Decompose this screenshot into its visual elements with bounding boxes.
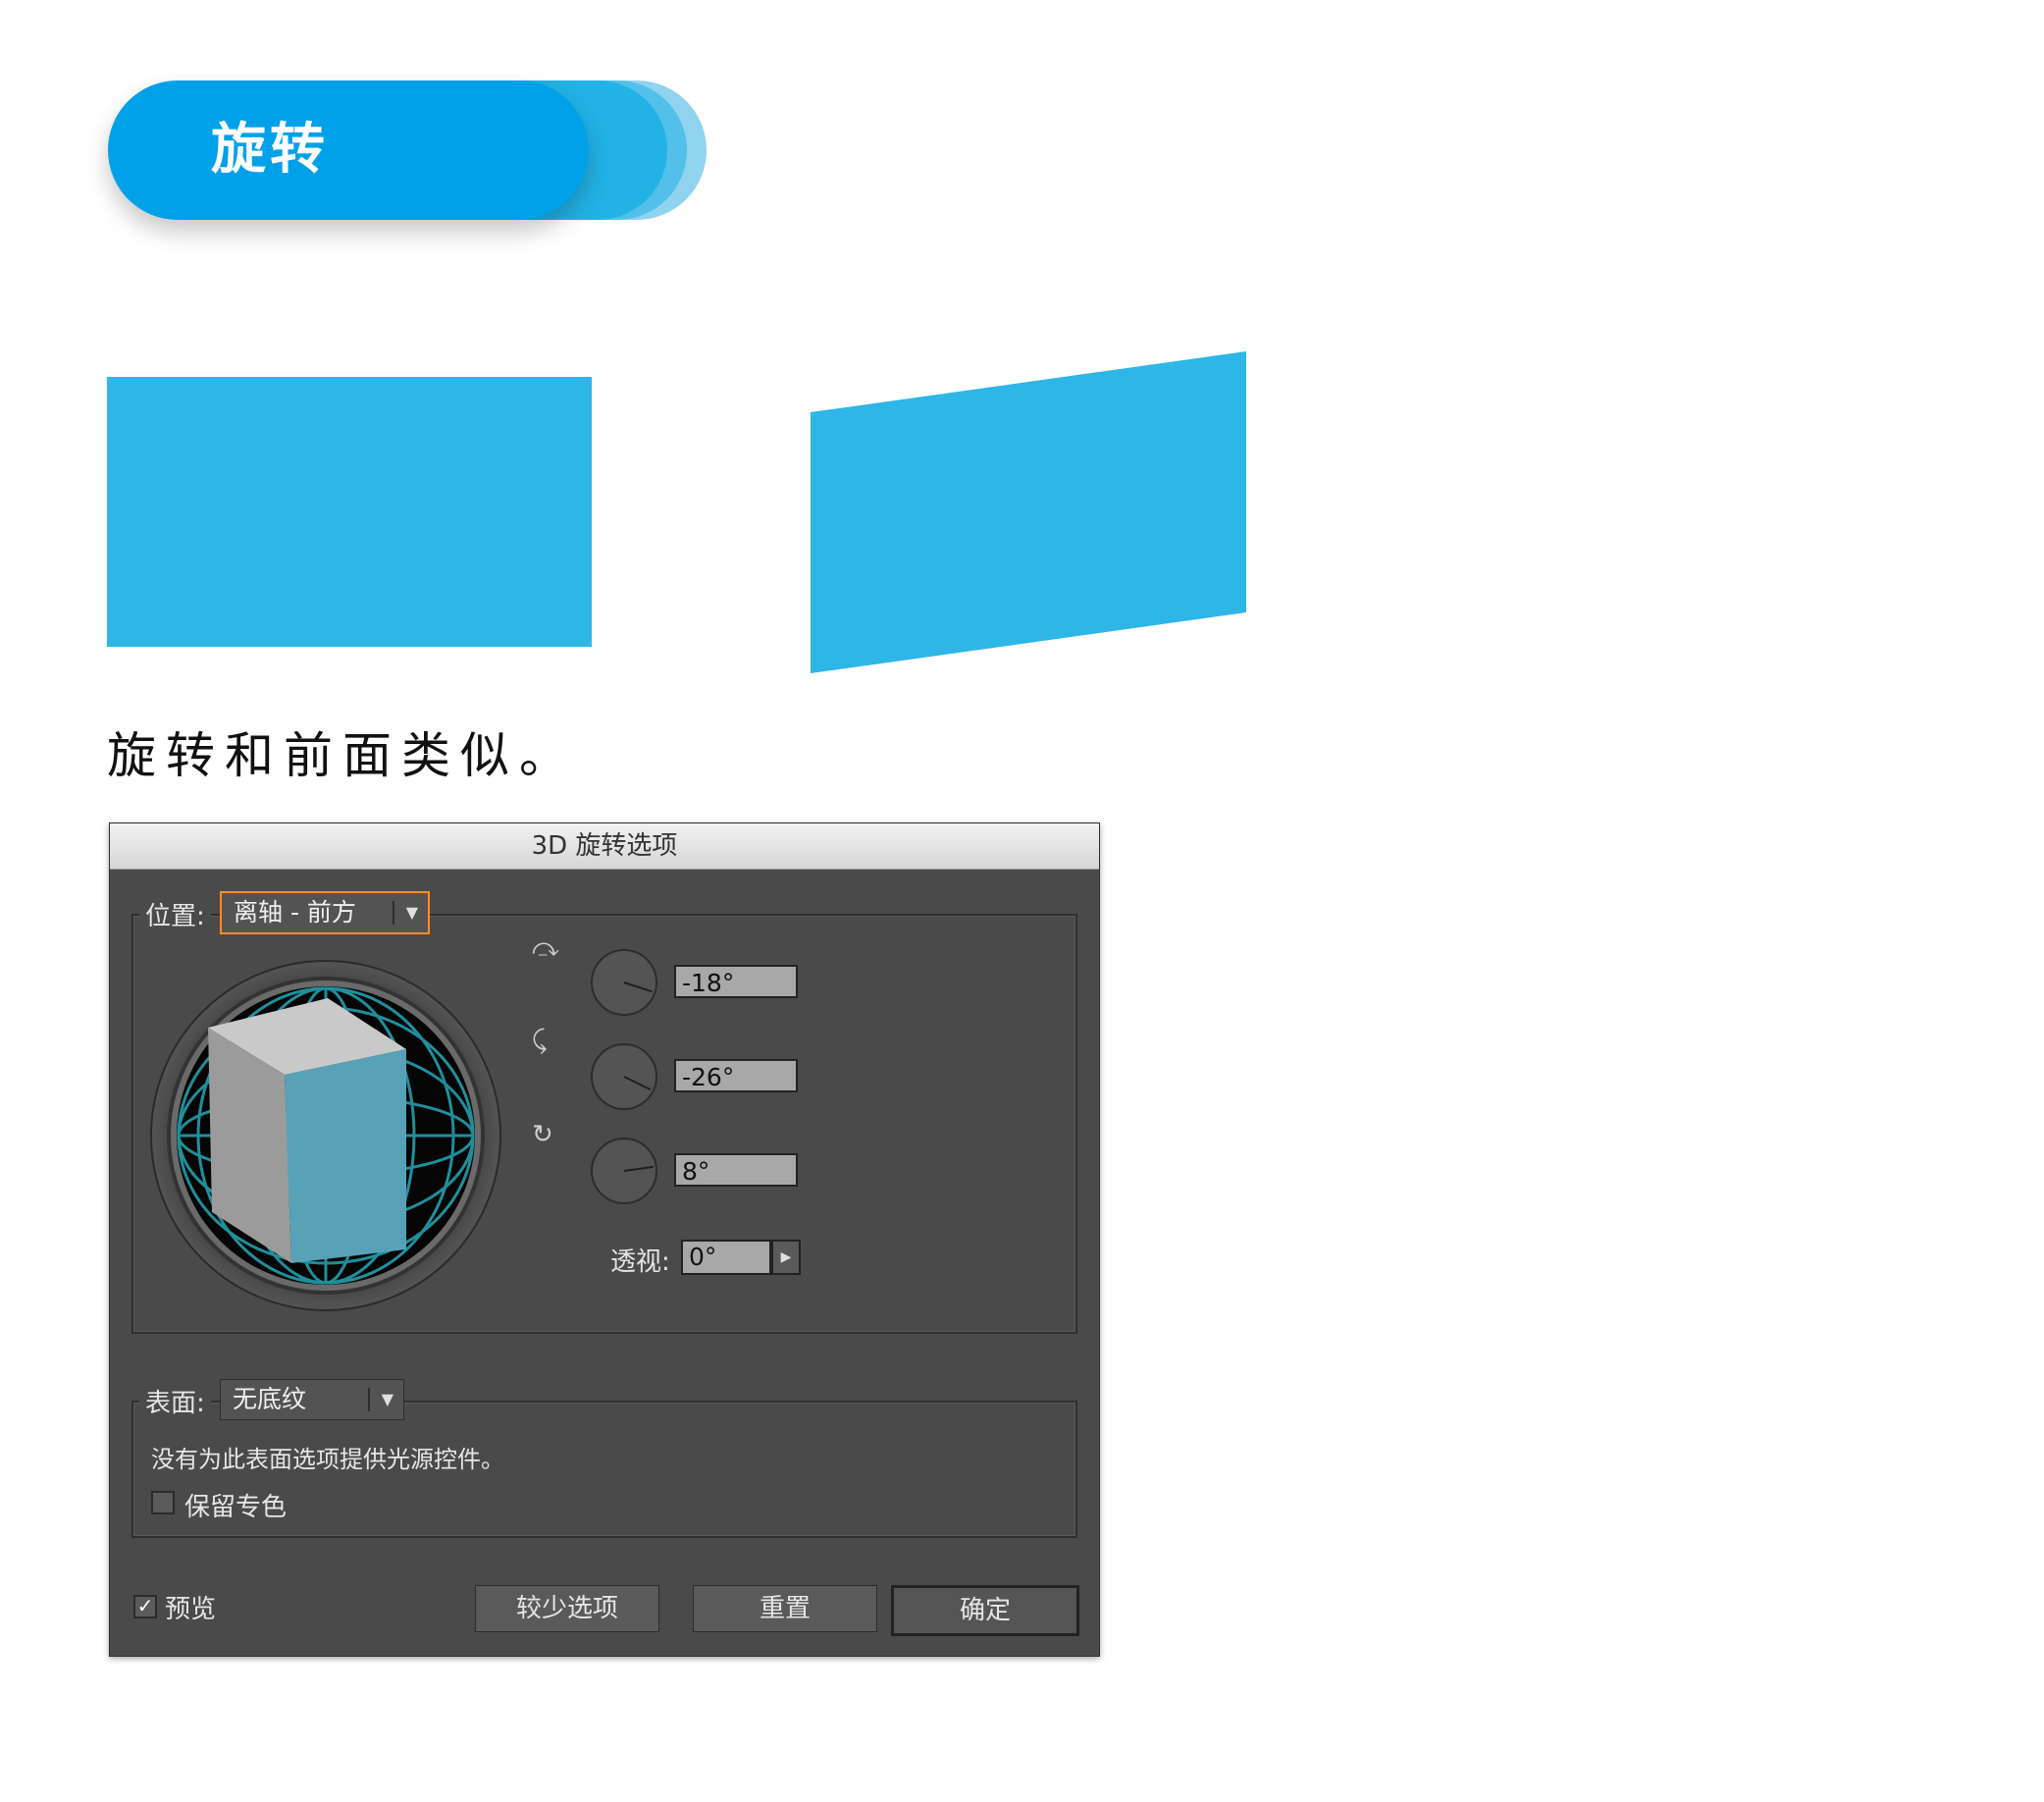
caption-text: 旋转和前面类似。: [107, 727, 578, 784]
dialog-title: 3D 旋转选项: [110, 823, 1099, 870]
rotate-x-field[interactable]: -18°: [674, 965, 798, 998]
ok-button[interactable]: 确定: [891, 1585, 1079, 1636]
surface-note: 没有为此表面选项提供光源控件。: [151, 1446, 504, 1473]
cube-front-face: [285, 1049, 406, 1263]
surface-dropdown[interactable]: 无底纹 ▼: [220, 1379, 404, 1420]
preserve-spot-label: 保留专色: [184, 1493, 288, 1522]
surface-label: 表面:: [139, 1383, 211, 1419]
dial-needle: [623, 1165, 654, 1172]
original-rectangle: [107, 377, 592, 647]
dial-needle: [623, 981, 653, 993]
rotate-x-dial[interactable]: [591, 949, 657, 1016]
rotate-y-axis-icon: ⤹: [532, 1026, 548, 1055]
rotate-x-axis-icon: ⤼: [532, 933, 559, 963]
rotate-z-field[interactable]: 8°: [674, 1153, 798, 1187]
dial-needle: [623, 1076, 652, 1091]
perspective-label: 透视:: [610, 1247, 670, 1277]
dropdown-separator: [368, 1388, 370, 1411]
chevron-down-icon: ▼: [405, 903, 418, 922]
surface-dropdown-value: 无底纹: [233, 1385, 307, 1413]
fewer-options-button[interactable]: 较少选项: [475, 1585, 659, 1632]
position-dropdown[interactable]: 离轴 - 前方 ▼: [220, 891, 430, 934]
position-dropdown-value: 离轴 - 前方: [234, 898, 356, 927]
rotate-z-axis-icon: ↻: [532, 1120, 553, 1149]
rotate-y-field[interactable]: -26°: [674, 1059, 798, 1092]
position-label: 位置:: [139, 896, 211, 932]
preview-label: 预览: [165, 1595, 217, 1624]
preview-checkbox[interactable]: ✓: [133, 1595, 157, 1618]
chevron-down-icon: ▼: [381, 1390, 393, 1408]
rotation-trackball[interactable]: [149, 959, 502, 1312]
reset-button[interactable]: 重置: [693, 1585, 877, 1632]
rotated-rectangle-shape: [811, 351, 1246, 673]
dropdown-separator: [393, 901, 394, 925]
perspective-slider-button[interactable]: ▶: [771, 1240, 801, 1275]
rotated-rectangle: [811, 351, 1246, 673]
preserve-spot-checkbox[interactable]: [151, 1491, 175, 1514]
chevron-right-icon: ▶: [780, 1249, 792, 1265]
rotate-z-dial[interactable]: [591, 1138, 657, 1204]
check-icon: ✓: [136, 1594, 154, 1617]
rotate-y-dial[interactable]: [591, 1043, 657, 1110]
section-title: 旋转: [211, 118, 329, 182]
perspective-field[interactable]: 0°: [681, 1240, 771, 1275]
rotate-options-dialog: 3D 旋转选项 位置: 离轴 - 前方 ▼ ⤼ -18° ⤹ -26° ↻ 8°…: [109, 822, 1100, 1657]
section-title-pill: 旋转: [108, 80, 707, 220]
pill-main: 旋转: [108, 80, 589, 220]
